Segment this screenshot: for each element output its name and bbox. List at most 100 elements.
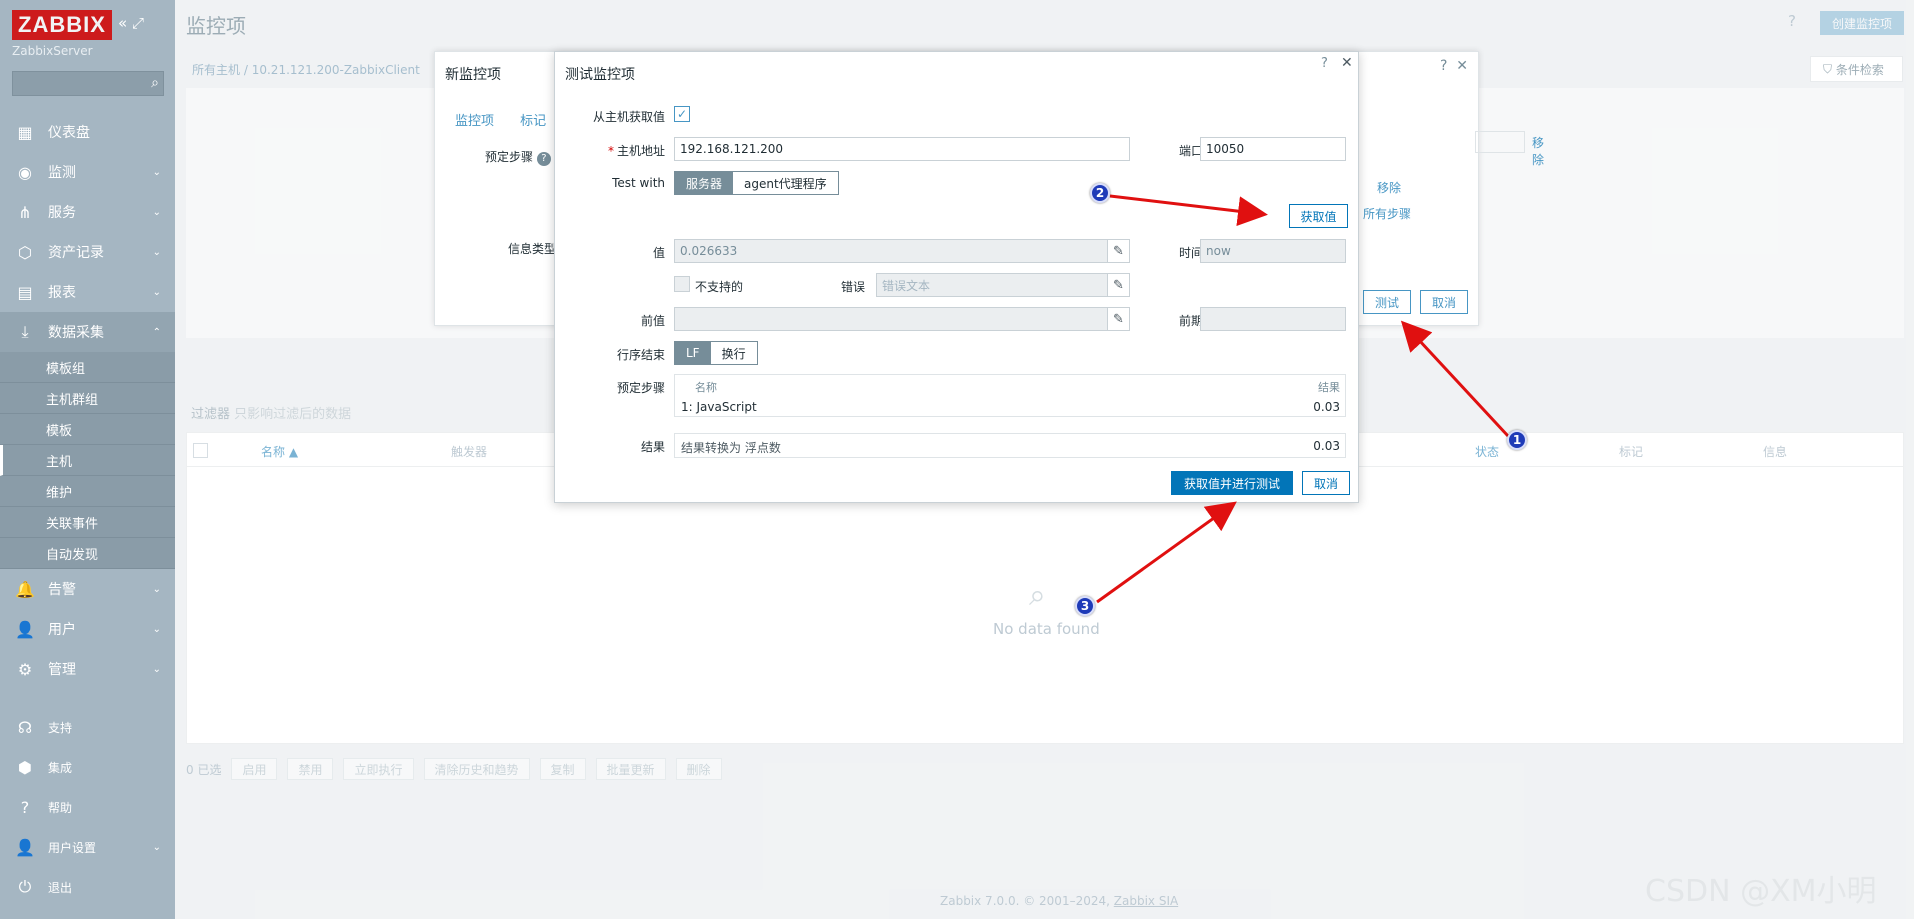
menu-label: 仪表盘 bbox=[48, 125, 90, 141]
pencil-icon[interactable]: ✎ bbox=[1107, 274, 1129, 296]
value-label: 值 bbox=[652, 246, 665, 260]
help-icon: ? bbox=[20, 797, 30, 817]
get-value-and-test-button[interactable]: 获取值并进行测试 bbox=[1171, 471, 1293, 495]
cancel-button[interactable]: 取消 bbox=[1302, 471, 1350, 495]
gear-icon: ⚙ bbox=[17, 659, 33, 679]
menu-support[interactable]: ☊ 支持 bbox=[0, 707, 175, 747]
error-label: 错误 bbox=[840, 280, 865, 294]
result-text: 结果转换为 浮点数 bbox=[681, 441, 781, 455]
remove-link-2[interactable]: 移除 bbox=[1377, 179, 1401, 196]
step-result: 0.03 bbox=[1313, 400, 1340, 414]
bottom-menu: ☊ 支持 ⬢ 集成 ? 帮助 👤 用户设置 ⌄ ⏻ 退出 bbox=[0, 707, 175, 907]
help-icon[interactable]: ? bbox=[1321, 56, 1328, 71]
submenu-discovery[interactable]: 自动发现 bbox=[0, 538, 175, 569]
submenu-templates[interactable]: 模板 bbox=[0, 414, 175, 445]
test-with-label: Test with bbox=[612, 176, 665, 190]
test-with-server[interactable]: 服务器 bbox=[675, 172, 734, 194]
pencil-icon[interactable]: ✎ bbox=[1107, 308, 1129, 330]
steps-header-result: 结果 bbox=[1318, 381, 1340, 394]
steps-header-name: 名称 bbox=[695, 381, 717, 394]
menu-label: 监测 bbox=[48, 165, 76, 181]
help-icon[interactable]: ? bbox=[536, 152, 551, 166]
menu-administration[interactable]: ⚙ 管理 ⌄ bbox=[0, 649, 175, 689]
menu-label: 帮助 bbox=[48, 800, 73, 815]
get-from-host-checkbox[interactable]: ✓ bbox=[674, 106, 690, 122]
tab-tags[interactable]: 标记 bbox=[520, 114, 546, 129]
eol-crlf[interactable]: 换行 bbox=[710, 342, 757, 364]
search-icon[interactable]: ⌕ bbox=[151, 75, 159, 91]
monitoring-icon: ◉ bbox=[18, 162, 32, 182]
submenu-maintenance[interactable]: 维护 bbox=[0, 476, 175, 507]
prev-value-field[interactable]: ✎ bbox=[674, 307, 1130, 331]
services-icon: ⋔ bbox=[18, 202, 32, 222]
remove-link-1[interactable]: 移除 bbox=[1532, 134, 1544, 168]
eol-toggle: LF 换行 bbox=[674, 341, 758, 365]
menu-inventory[interactable]: ⬡ 资产记录 ⌄ bbox=[0, 232, 175, 272]
menu-services[interactable]: ⋔ 服务 ⌄ bbox=[0, 192, 175, 232]
get-from-host-label: 从主机获取值 bbox=[592, 110, 665, 124]
sidebar-search-input[interactable]: ⌕ bbox=[12, 71, 164, 96]
tab-item[interactable]: 监控项 bbox=[455, 114, 494, 129]
submenu-host-groups[interactable]: 主机群组 bbox=[0, 383, 175, 414]
annotation-badge-3: 3 bbox=[1075, 596, 1095, 616]
submenu-template-groups[interactable]: 模板组 bbox=[0, 352, 175, 383]
all-steps-link[interactable]: 所有步骤 bbox=[1363, 205, 1411, 222]
menu-data-collection[interactable]: ⤓ 数据采集 ⌃ bbox=[0, 312, 175, 352]
menu-integrations[interactable]: ⬢ 集成 bbox=[0, 747, 175, 787]
chevron-down-icon: ⌄ bbox=[152, 206, 161, 218]
menu-help[interactable]: ? 帮助 bbox=[0, 787, 175, 827]
preprocessing-param-input[interactable] bbox=[1475, 131, 1525, 153]
host-address-label-text: 主机地址 bbox=[616, 144, 665, 158]
not-supported-checkbox[interactable] bbox=[674, 276, 690, 292]
menu-users[interactable]: 👤 用户 ⌄ bbox=[0, 609, 175, 649]
zabbix-logo[interactable]: ZABBIX bbox=[12, 10, 112, 40]
eol-lf[interactable]: LF bbox=[675, 342, 711, 364]
preprocessing-steps-table: 名称 结果 1: JavaScript 0.03 bbox=[674, 374, 1346, 417]
value-field[interactable]: 0.026633 ✎ bbox=[674, 239, 1130, 263]
result-value: 0.03 bbox=[1313, 439, 1340, 453]
collapse-sidebar-icon[interactable]: « ⤢ bbox=[118, 14, 144, 32]
main-menu: ▦ 仪表盘 ◉ 监测 ⌄ ⋔ 服务 ⌄ ⬡ 资产记录 ⌄ ▤ 报表 ⌄ ⤓ 数据… bbox=[0, 112, 175, 689]
test-item-dialog: 测试监控项 ? ✕ 从主机获取值 ✓ * 主机地址 192.168.121.200… bbox=[554, 51, 1359, 503]
get-value-button[interactable]: 获取值 bbox=[1289, 204, 1348, 228]
chevron-down-icon: ⌄ bbox=[152, 623, 161, 635]
menu-label: 资产记录 bbox=[48, 245, 104, 261]
time-field[interactable]: now bbox=[1200, 239, 1346, 263]
menu-monitoring[interactable]: ◉ 监测 ⌄ bbox=[0, 152, 175, 192]
menu-label: 服务 bbox=[48, 205, 76, 221]
integrations-icon: ⬢ bbox=[18, 757, 32, 777]
result-label: 结果 bbox=[640, 440, 665, 454]
dialog-help-close-icons[interactable]: ? ✕ bbox=[1440, 58, 1468, 74]
menu-label: 报表 bbox=[48, 285, 76, 301]
value-text: 0.026633 bbox=[680, 244, 738, 258]
port-input[interactable]: 10050 bbox=[1200, 137, 1346, 161]
new-item-cancel-button[interactable]: 取消 bbox=[1420, 290, 1468, 314]
test-button[interactable]: 测试 bbox=[1363, 290, 1411, 314]
not-supported-label: 不支持的 bbox=[695, 280, 744, 294]
info-type-label: 信息类型 bbox=[508, 242, 557, 256]
menu-label: 数据采集 bbox=[48, 325, 104, 341]
chevron-down-icon: ⌄ bbox=[152, 246, 161, 258]
menu-label: 告警 bbox=[48, 582, 76, 598]
menu-alerts[interactable]: 🔔 告警 ⌄ bbox=[0, 569, 175, 609]
menu-reports[interactable]: ▤ 报表 ⌄ bbox=[0, 272, 175, 312]
chevron-down-icon: ⌄ bbox=[152, 663, 161, 675]
menu-dashboard[interactable]: ▦ 仪表盘 bbox=[0, 112, 175, 152]
menu-user-settings[interactable]: 👤 用户设置 ⌄ bbox=[0, 827, 175, 867]
menu-sign-out[interactable]: ⏻ 退出 bbox=[0, 867, 175, 907]
submenu-event-correlation[interactable]: 关联事件 bbox=[0, 507, 175, 538]
chevron-down-icon: ⌄ bbox=[152, 286, 161, 298]
test-with-toggle: 服务器 agent代理程序 bbox=[674, 171, 839, 195]
menu-label: 用户 bbox=[48, 622, 76, 638]
chevron-down-icon: ⌄ bbox=[152, 166, 161, 178]
test-with-agent[interactable]: agent代理程序 bbox=[733, 172, 838, 194]
pencil-icon[interactable]: ✎ bbox=[1107, 240, 1129, 262]
close-icon[interactable]: ✕ bbox=[1341, 55, 1353, 71]
prev-time-field[interactable] bbox=[1200, 307, 1346, 331]
eol-label: 行序结束 bbox=[616, 348, 665, 362]
host-address-input[interactable]: 192.168.121.200 bbox=[674, 137, 1130, 161]
error-field[interactable]: 错误文本 ✎ bbox=[876, 273, 1130, 297]
steps-label: 预定步骤 bbox=[616, 381, 665, 395]
server-name: ZabbixServer bbox=[12, 44, 93, 58]
submenu-hosts[interactable]: 主机 bbox=[0, 445, 175, 476]
